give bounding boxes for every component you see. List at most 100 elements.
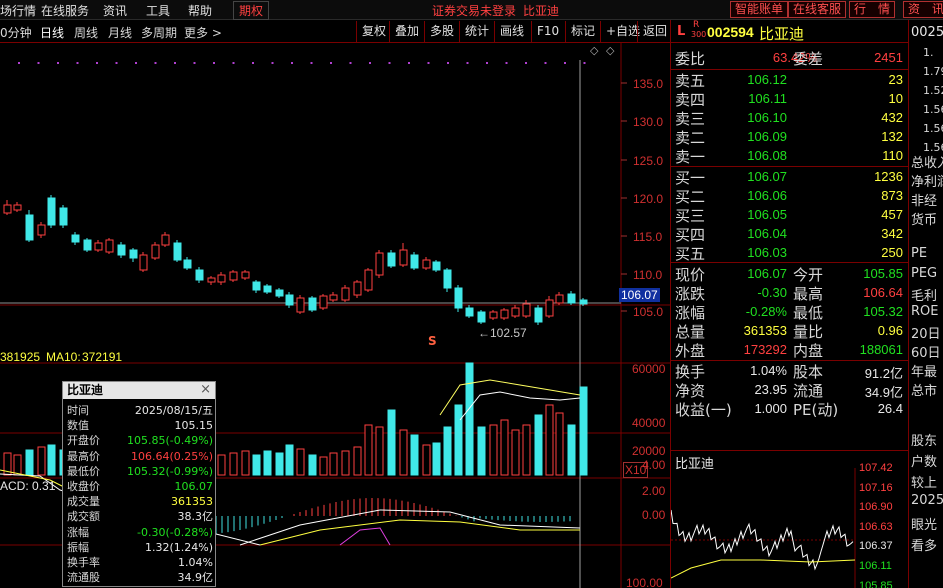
weibi-label: 委比	[675, 50, 706, 68]
signal-dot	[291, 62, 293, 64]
signal-dot	[564, 62, 566, 64]
statistics-button[interactable]: 统计	[459, 21, 494, 42]
volume-bar	[25, 449, 34, 476]
candle-body	[161, 234, 170, 246]
far-bottom: 较上	[911, 476, 938, 491]
volume-bar	[454, 404, 463, 476]
ask-price: 106.08	[747, 148, 787, 163]
period-more[interactable]: 更多 >	[184, 24, 222, 41]
market-button[interactable]: 行 情	[849, 1, 896, 18]
multi-stock-button[interactable]: 多股	[424, 21, 459, 42]
candle-body	[454, 287, 463, 309]
candle-body	[285, 294, 294, 306]
mark-button[interactable]: 标记	[565, 21, 600, 42]
divider	[671, 360, 909, 361]
candle-body	[13, 204, 22, 211]
candle-body	[567, 293, 576, 304]
candle-body	[387, 252, 396, 267]
quote-panel: L R 300 002594 比亚迪 委比 63.42% 委差 2451 卖五 106.1…	[670, 20, 909, 588]
candle-body	[129, 249, 138, 259]
candle-body	[308, 297, 317, 311]
candle-body	[375, 252, 384, 276]
far-item: 60日	[911, 346, 941, 361]
candle-body	[410, 254, 419, 269]
menu-online-service[interactable]: 在线服务	[41, 2, 89, 19]
draw-line-button[interactable]: 画线	[494, 21, 529, 42]
volume-bar	[410, 434, 419, 476]
far-value: 1.56	[923, 122, 943, 135]
close-icon[interactable]: ×	[200, 382, 211, 397]
ask-price: 106.11	[748, 91, 787, 106]
candle-body	[183, 259, 192, 269]
mini-axis-tick: 106.63	[859, 520, 893, 533]
diamond-icon: ◇	[606, 44, 615, 57]
divider	[671, 166, 909, 167]
volume-bar	[47, 444, 56, 476]
info-key: 开盘价	[67, 434, 100, 448]
stat-label: 最高	[793, 285, 824, 303]
menu-tools[interactable]: 工具	[146, 2, 170, 19]
info-key: 收盘价	[67, 480, 100, 493]
price-tick: 105.0	[633, 305, 664, 319]
menu-market[interactable]: 场行情	[0, 2, 36, 19]
candle-body	[319, 295, 328, 309]
menu-news[interactable]: 资讯	[103, 2, 127, 19]
low-price-marker: ←102.57	[478, 326, 527, 340]
period-daily[interactable]: 日线	[40, 24, 64, 41]
info-row: 时间 2025/08/15/五	[67, 404, 213, 417]
candle-body	[545, 299, 554, 317]
signal-dot	[174, 62, 176, 64]
restore-rights-button[interactable]: 复权	[356, 21, 391, 42]
candle-body	[173, 242, 182, 261]
far-value: 1.56	[923, 103, 943, 116]
f10-button[interactable]: F10	[531, 21, 564, 42]
volume-bar	[263, 450, 272, 476]
volume-bar	[275, 452, 284, 476]
info-row: 最高价 106.64(0.25%)	[67, 450, 213, 463]
volume-bar	[443, 426, 452, 476]
signal-dot	[427, 62, 430, 64]
signal-dot	[213, 62, 215, 64]
far-item: 20日	[911, 327, 941, 342]
ask-volume: 10	[888, 91, 903, 106]
rsi-line	[339, 527, 391, 546]
signal-dot	[369, 62, 371, 64]
info-row: 开盘价 105.85(-0.49%)	[67, 434, 213, 447]
volume-bar	[13, 454, 22, 476]
far-label: 净利润	[911, 175, 943, 190]
menu-help[interactable]: 帮助	[188, 2, 212, 19]
volume-bar	[308, 454, 317, 476]
info-row: 成交额 38.3亿	[67, 510, 213, 523]
volume-bar	[353, 446, 362, 476]
period-monthly[interactable]: 月线	[108, 24, 132, 41]
candle-body	[329, 294, 338, 301]
menu-options-tab[interactable]: 期权	[233, 1, 270, 20]
news-button[interactable]: 资 讯	[903, 1, 943, 18]
candle-body	[71, 234, 80, 243]
stock-code: 002594	[707, 24, 754, 40]
overlay-button[interactable]: 叠加	[389, 21, 424, 42]
candle-body	[252, 281, 261, 291]
stat-value: 106.07	[747, 266, 787, 281]
period-multi[interactable]: 多周期	[141, 24, 177, 41]
prefix-r: R	[693, 20, 700, 30]
far-code: 0025	[911, 25, 943, 40]
stat-label: 涨幅	[675, 304, 706, 322]
online-support-button[interactable]: 在线客服	[788, 1, 847, 18]
far-bottom: 2025	[911, 493, 943, 508]
signal-dot	[154, 62, 157, 64]
stat2-value: 1.000	[754, 401, 787, 416]
period-weekly[interactable]: 周线	[74, 24, 98, 41]
stat-label: 涨跌	[675, 285, 706, 303]
stat2-value: 91.2亿	[864, 366, 903, 381]
info-row: 数值 105.15	[67, 419, 213, 432]
period-minute[interactable]: 0分钟	[0, 24, 32, 41]
stat-label: 今开	[793, 266, 824, 284]
ma10-label: MA10:	[46, 350, 81, 364]
smart-bill-button[interactable]: 智能账单	[730, 1, 789, 18]
candle-body	[275, 289, 284, 297]
info-panel-title: 比亚迪	[63, 382, 215, 399]
back-button[interactable]: 返回	[637, 21, 672, 42]
info-key: 时间	[67, 404, 89, 417]
far-value: 1.52	[923, 84, 943, 97]
